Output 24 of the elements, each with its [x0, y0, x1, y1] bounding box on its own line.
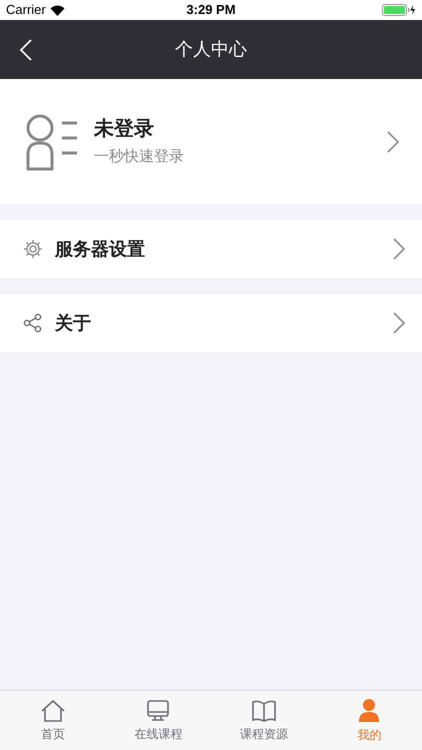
- tab-item[interactable]: 课程资源: [211, 691, 316, 750]
- book-icon: [250, 698, 277, 722]
- status-time: 3:29 PM: [186, 1, 236, 20]
- tab-item[interactable]: 在线课程: [106, 691, 211, 750]
- monitor-icon: [146, 698, 170, 722]
- login-status: 未登录: [94, 117, 155, 142]
- battery-icon: [382, 4, 416, 16]
- wifi-icon: [50, 4, 65, 16]
- menu-item[interactable]: 服务器设置: [0, 220, 422, 278]
- menu-item[interactable]: 关于: [0, 294, 422, 352]
- share-icon: [23, 313, 43, 333]
- chevron-right-icon: [386, 130, 400, 154]
- chevron-right-icon: [392, 311, 406, 335]
- login-card[interactable]: 未登录 一秒快速登录: [0, 79, 422, 204]
- back-icon: [19, 39, 33, 61]
- login-hint: 一秒快速登录: [94, 147, 185, 168]
- carrier-label: Carrier: [6, 1, 46, 20]
- home-icon: [40, 698, 66, 722]
- tab-item[interactable]: 我的: [316, 691, 422, 750]
- gear-icon: [23, 239, 43, 259]
- chevron-right-icon: [392, 237, 406, 261]
- page-title: 个人中心: [175, 38, 247, 61]
- person-icon: [357, 698, 382, 724]
- tab-item[interactable]: 首页: [0, 691, 106, 750]
